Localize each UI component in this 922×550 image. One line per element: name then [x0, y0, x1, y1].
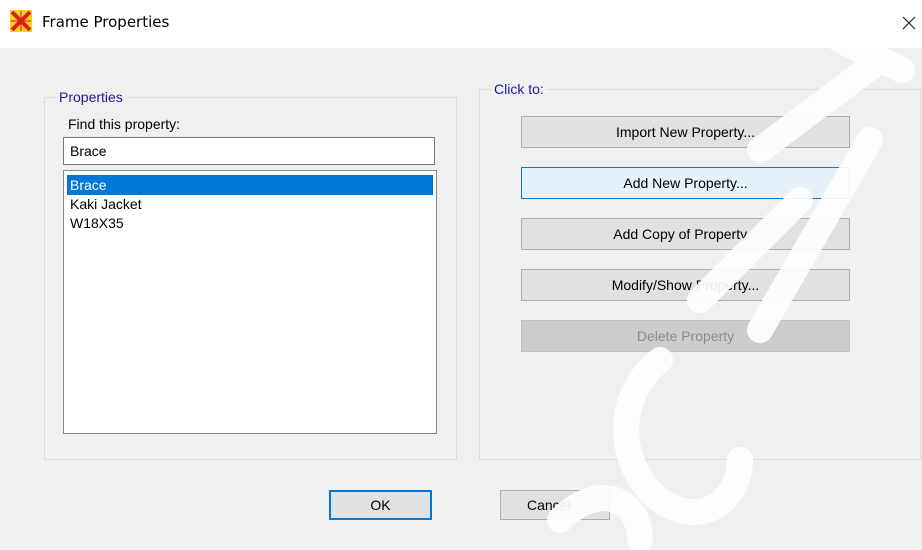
title-bar: Frame Properties — [0, 0, 922, 48]
list-item-brace[interactable]: Brace — [67, 175, 433, 195]
window-title: Frame Properties — [42, 13, 170, 31]
sap-x-icon — [10, 10, 32, 32]
close-button[interactable] — [896, 10, 922, 36]
list-item-kaki-jacket[interactable]: Kaki Jacket — [67, 194, 433, 214]
find-property-input[interactable] — [63, 137, 435, 165]
properties-legend: Properties — [59, 89, 123, 105]
list-item-w18x35[interactable]: W18X35 — [67, 213, 433, 233]
ok-button[interactable]: OK — [329, 490, 432, 520]
cancel-button[interactable]: Cancel — [500, 490, 610, 520]
dialog-body: Properties Click to: Find this property:… — [0, 48, 922, 550]
add-new-property-button[interactable]: Add New Property... — [521, 167, 850, 199]
find-property-label: Find this property: — [68, 116, 181, 132]
delete-property-button[interactable]: Delete Property — [521, 320, 850, 352]
add-copy-property-button[interactable]: Add Copy of Property... — [521, 218, 850, 250]
import-new-property-button[interactable]: Import New Property... — [521, 116, 850, 148]
modify-show-property-button[interactable]: Modify/Show Property... — [521, 269, 850, 301]
close-icon — [902, 16, 916, 30]
property-list[interactable]: Brace Kaki Jacket W18X35 — [63, 170, 437, 434]
click-to-legend: Click to: — [494, 81, 544, 97]
